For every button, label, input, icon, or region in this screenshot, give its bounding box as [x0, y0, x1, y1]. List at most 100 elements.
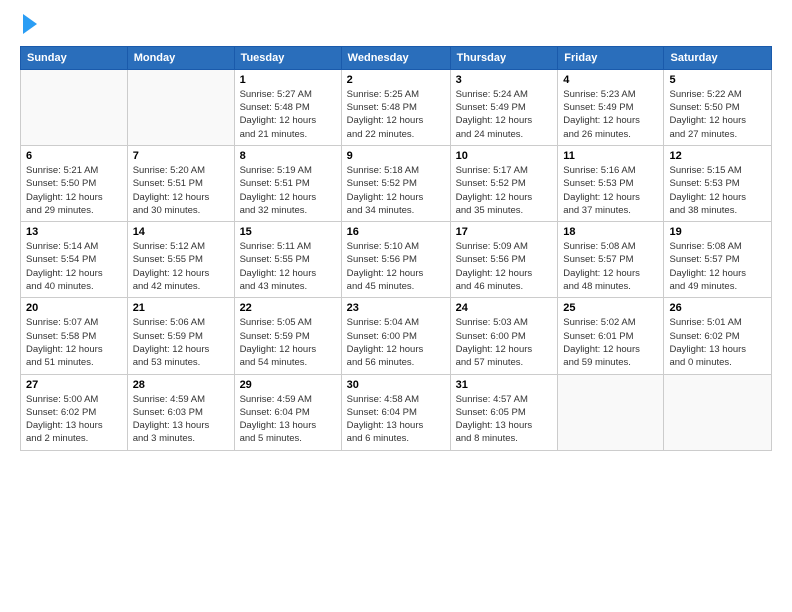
- day-info: Sunrise: 5:18 AMSunset: 5:52 PMDaylight:…: [347, 164, 445, 217]
- day-cell-26: 26 Sunrise: 5:01 AMSunset: 6:02 PMDayligh…: [664, 298, 772, 374]
- day-info: Sunrise: 5:02 AMSunset: 6:01 PMDaylight:…: [563, 316, 658, 369]
- day-cell-11: 11 Sunrise: 5:16 AMSunset: 5:53 PMDayligh…: [558, 145, 664, 221]
- day-number: 14: [133, 226, 229, 238]
- weekday-header-monday: Monday: [127, 46, 234, 69]
- logo-arrow-icon: [23, 14, 37, 34]
- day-info: Sunrise: 5:14 AMSunset: 5:54 PMDaylight:…: [26, 240, 122, 293]
- day-info: Sunrise: 4:58 AMSunset: 6:04 PMDaylight:…: [347, 393, 445, 446]
- day-number: 4: [563, 74, 658, 86]
- day-number: 10: [456, 150, 553, 162]
- day-number: 20: [26, 302, 122, 314]
- day-number: 15: [240, 226, 336, 238]
- day-number: 17: [456, 226, 553, 238]
- day-number: 28: [133, 379, 229, 391]
- day-number: 21: [133, 302, 229, 314]
- day-number: 23: [347, 302, 445, 314]
- day-info: Sunrise: 5:06 AMSunset: 5:59 PMDaylight:…: [133, 316, 229, 369]
- day-cell-23: 23 Sunrise: 5:04 AMSunset: 6:00 PMDayligh…: [341, 298, 450, 374]
- weekday-header-tuesday: Tuesday: [234, 46, 341, 69]
- day-cell-17: 17 Sunrise: 5:09 AMSunset: 5:56 PMDayligh…: [450, 222, 558, 298]
- day-cell-20: 20 Sunrise: 5:07 AMSunset: 5:58 PMDayligh…: [21, 298, 128, 374]
- day-number: 7: [133, 150, 229, 162]
- weekday-header-row: SundayMondayTuesdayWednesdayThursdayFrid…: [21, 46, 772, 69]
- day-cell-5: 5 Sunrise: 5:22 AMSunset: 5:50 PMDaylight…: [664, 69, 772, 145]
- weekday-header-friday: Friday: [558, 46, 664, 69]
- day-number: 25: [563, 302, 658, 314]
- day-cell-13: 13 Sunrise: 5:14 AMSunset: 5:54 PMDayligh…: [21, 222, 128, 298]
- day-number: 2: [347, 74, 445, 86]
- day-info: Sunrise: 5:08 AMSunset: 5:57 PMDaylight:…: [669, 240, 766, 293]
- day-cell-6: 6Sunrise: 5:21 AMSunset: 5:50 PMDaylight…: [21, 145, 128, 221]
- calendar-table: SundayMondayTuesdayWednesdayThursdayFrid…: [20, 46, 772, 451]
- day-cell-31: 31 Sunrise: 4:57 AMSunset: 6:05 PMDayligh…: [450, 374, 558, 450]
- day-info: Sunrise: 5:04 AMSunset: 6:00 PMDaylight:…: [347, 316, 445, 369]
- day-number: 12: [669, 150, 766, 162]
- day-cell-27: 27Sunrise: 5:00 AMSunset: 6:02 PMDayligh…: [21, 374, 128, 450]
- day-info: Sunrise: 5:11 AMSunset: 5:55 PMDaylight:…: [240, 240, 336, 293]
- day-number: 16: [347, 226, 445, 238]
- week-row-2: 6Sunrise: 5:21 AMSunset: 5:50 PMDaylight…: [21, 145, 772, 221]
- day-cell-10: 10 Sunrise: 5:17 AMSunset: 5:52 PMDayligh…: [450, 145, 558, 221]
- day-info: Sunrise: 5:01 AMSunset: 6:02 PMDaylight:…: [669, 316, 766, 369]
- day-number: 26: [669, 302, 766, 314]
- day-cell-21: 21 Sunrise: 5:06 AMSunset: 5:59 PMDayligh…: [127, 298, 234, 374]
- day-cell-30: 30 Sunrise: 4:58 AMSunset: 6:04 PMDayligh…: [341, 374, 450, 450]
- day-info: Sunrise: 5:09 AMSunset: 5:56 PMDaylight:…: [456, 240, 553, 293]
- week-row-5: 27Sunrise: 5:00 AMSunset: 6:02 PMDayligh…: [21, 374, 772, 450]
- day-cell-22: 22 Sunrise: 5:05 AMSunset: 5:59 PMDayligh…: [234, 298, 341, 374]
- day-number: 13: [26, 226, 122, 238]
- day-cell-2: 2 Sunrise: 5:25 AMSunset: 5:48 PMDaylight…: [341, 69, 450, 145]
- day-number: 3: [456, 74, 553, 86]
- weekday-header-saturday: Saturday: [664, 46, 772, 69]
- day-info: Sunrise: 5:24 AMSunset: 5:49 PMDaylight:…: [456, 88, 553, 141]
- day-info: Sunrise: 5:20 AMSunset: 5:51 PMDaylight:…: [133, 164, 229, 217]
- day-number: 29: [240, 379, 336, 391]
- day-info: Sunrise: 5:05 AMSunset: 5:59 PMDaylight:…: [240, 316, 336, 369]
- day-number: 11: [563, 150, 658, 162]
- day-number: 30: [347, 379, 445, 391]
- day-cell-18: 18 Sunrise: 5:08 AMSunset: 5:57 PMDayligh…: [558, 222, 664, 298]
- day-number: 19: [669, 226, 766, 238]
- page: SundayMondayTuesdayWednesdayThursdayFrid…: [0, 0, 792, 461]
- day-number: 5: [669, 74, 766, 86]
- weekday-header-sunday: Sunday: [21, 46, 128, 69]
- day-cell-3: 3 Sunrise: 5:24 AMSunset: 5:49 PMDaylight…: [450, 69, 558, 145]
- day-number: 6: [26, 150, 122, 162]
- empty-cell: [664, 374, 772, 450]
- empty-cell: [558, 374, 664, 450]
- day-cell-4: 4 Sunrise: 5:23 AMSunset: 5:49 PMDaylight…: [558, 69, 664, 145]
- day-number: 1: [240, 74, 336, 86]
- logo: [20, 16, 37, 36]
- day-cell-12: 12 Sunrise: 5:15 AMSunset: 5:53 PMDayligh…: [664, 145, 772, 221]
- day-cell-15: 15 Sunrise: 5:11 AMSunset: 5:55 PMDayligh…: [234, 222, 341, 298]
- day-number: 22: [240, 302, 336, 314]
- header: [20, 16, 772, 36]
- day-number: 24: [456, 302, 553, 314]
- day-number: 18: [563, 226, 658, 238]
- day-info: Sunrise: 5:12 AMSunset: 5:55 PMDaylight:…: [133, 240, 229, 293]
- day-cell-24: 24 Sunrise: 5:03 AMSunset: 6:00 PMDayligh…: [450, 298, 558, 374]
- week-row-4: 20 Sunrise: 5:07 AMSunset: 5:58 PMDayligh…: [21, 298, 772, 374]
- day-info: Sunrise: 4:57 AMSunset: 6:05 PMDaylight:…: [456, 393, 553, 446]
- day-number: 31: [456, 379, 553, 391]
- day-info: Sunrise: 5:10 AMSunset: 5:56 PMDaylight:…: [347, 240, 445, 293]
- week-row-3: 13 Sunrise: 5:14 AMSunset: 5:54 PMDayligh…: [21, 222, 772, 298]
- day-info: Sunrise: 4:59 AMSunset: 6:04 PMDaylight:…: [240, 393, 336, 446]
- empty-cell: [127, 69, 234, 145]
- day-cell-7: 7 Sunrise: 5:20 AMSunset: 5:51 PMDaylight…: [127, 145, 234, 221]
- day-info: Sunrise: 4:59 AMSunset: 6:03 PMDaylight:…: [133, 393, 229, 446]
- day-info: Sunrise: 5:25 AMSunset: 5:48 PMDaylight:…: [347, 88, 445, 141]
- day-info: Sunrise: 5:19 AMSunset: 5:51 PMDaylight:…: [240, 164, 336, 217]
- day-cell-9: 9Sunrise: 5:18 AMSunset: 5:52 PMDaylight…: [341, 145, 450, 221]
- day-info: Sunrise: 5:00 AMSunset: 6:02 PMDaylight:…: [26, 393, 122, 446]
- day-info: Sunrise: 5:17 AMSunset: 5:52 PMDaylight:…: [456, 164, 553, 217]
- day-info: Sunrise: 5:15 AMSunset: 5:53 PMDaylight:…: [669, 164, 766, 217]
- day-cell-25: 25 Sunrise: 5:02 AMSunset: 6:01 PMDayligh…: [558, 298, 664, 374]
- day-info: Sunrise: 5:08 AMSunset: 5:57 PMDaylight:…: [563, 240, 658, 293]
- day-info: Sunrise: 5:23 AMSunset: 5:49 PMDaylight:…: [563, 88, 658, 141]
- day-info: Sunrise: 5:03 AMSunset: 6:00 PMDaylight:…: [456, 316, 553, 369]
- day-info: Sunrise: 5:22 AMSunset: 5:50 PMDaylight:…: [669, 88, 766, 141]
- day-info: Sunrise: 5:27 AMSunset: 5:48 PMDaylight:…: [240, 88, 336, 141]
- day-info: Sunrise: 5:16 AMSunset: 5:53 PMDaylight:…: [563, 164, 658, 217]
- day-info: Sunrise: 5:07 AMSunset: 5:58 PMDaylight:…: [26, 316, 122, 369]
